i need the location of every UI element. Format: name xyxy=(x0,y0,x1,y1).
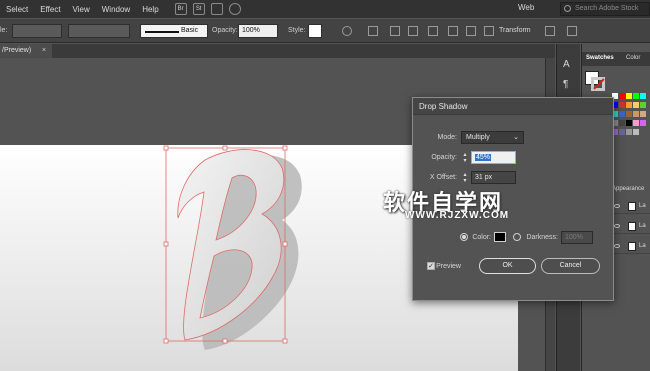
chevron-down-icon: ⌄ xyxy=(513,134,519,141)
type-panel-icon[interactable]: A xyxy=(563,59,570,70)
paragraph-panel-icon[interactable]: ¶ xyxy=(563,79,568,90)
handle-bm xyxy=(222,338,228,344)
opacity-input[interactable]: 45% xyxy=(471,151,516,164)
tab-swatches[interactable]: Swatches xyxy=(586,55,614,61)
layer-row[interactable]: La xyxy=(612,200,650,214)
handle-mr xyxy=(282,241,288,247)
opacity-value: 45% xyxy=(475,154,492,161)
layer-row[interactable]: La xyxy=(612,220,650,234)
color-swatch[interactable] xyxy=(633,111,639,117)
panel-tab-bar: Swatches Color xyxy=(582,52,650,66)
x-offset-label: X Offset: xyxy=(429,174,457,181)
layer-row[interactable]: La xyxy=(612,240,650,254)
layer-thumbnail xyxy=(628,202,636,211)
layer-name: La xyxy=(639,203,646,209)
mode-label: Mode: xyxy=(437,134,457,141)
color-swatch[interactable] xyxy=(626,102,632,108)
color-swatch[interactable] xyxy=(619,129,625,135)
dialog-title: Drop Shadow xyxy=(419,102,468,111)
color-swatch[interactable] xyxy=(640,102,646,108)
ok-button[interactable]: OK xyxy=(479,258,536,274)
color-swatch[interactable] xyxy=(626,93,632,99)
handle-ml xyxy=(163,241,169,247)
appearance-tab[interactable]: Appearance xyxy=(612,186,644,192)
mode-value: Multiply xyxy=(466,134,490,141)
color-swatch[interactable] xyxy=(619,102,625,108)
color-swatch[interactable] xyxy=(626,120,632,126)
color-label: Color: xyxy=(472,234,491,241)
color-swatch[interactable] xyxy=(619,93,625,99)
x-offset-stepper[interactable]: ▴ ▾ xyxy=(461,172,469,184)
shadow-color-swatch[interactable] xyxy=(494,232,506,242)
color-swatch[interactable] xyxy=(633,93,639,99)
color-swatch[interactable] xyxy=(640,93,646,99)
opacity-label: Opacity: xyxy=(431,154,457,161)
handle-tr xyxy=(282,145,288,151)
cancel-button[interactable]: Cancel xyxy=(541,258,600,274)
mode-select[interactable]: Multiply ⌄ xyxy=(461,131,524,144)
color-swatch[interactable] xyxy=(640,120,646,126)
color-swatch[interactable] xyxy=(619,111,625,117)
search-icon xyxy=(564,5,571,12)
dialog-titlebar[interactable]: Drop Shadow xyxy=(413,98,613,115)
search-stock-input[interactable]: Search Adobe Stock xyxy=(560,2,650,16)
color-swatch[interactable] xyxy=(633,129,639,135)
layer-name: La xyxy=(639,243,646,249)
color-swatch[interactable] xyxy=(626,111,632,117)
layer-name: La xyxy=(639,223,646,229)
visibility-eye-icon[interactable] xyxy=(614,204,620,208)
search-placeholder: Search Adobe Stock xyxy=(575,5,639,12)
color-swatch[interactable] xyxy=(640,111,646,117)
tab-color[interactable]: Color xyxy=(626,55,640,61)
opacity-stepper[interactable]: ▴ ▾ xyxy=(461,152,469,164)
darkness-input[interactable]: 100% xyxy=(561,231,593,244)
swatch-grid xyxy=(612,93,650,138)
darkness-label: Darkness: xyxy=(526,234,558,241)
preview-label: Preview xyxy=(436,263,461,270)
visibility-eye-icon[interactable] xyxy=(614,224,620,228)
layer-thumbnail xyxy=(628,222,636,231)
color-swatch[interactable] xyxy=(633,120,639,126)
none-indicator xyxy=(593,78,605,90)
layer-thumbnail xyxy=(628,242,636,251)
color-swatch[interactable] xyxy=(633,102,639,108)
color-swatch[interactable] xyxy=(626,129,632,135)
handle-tm xyxy=(222,145,228,151)
handle-bl xyxy=(163,338,169,344)
visibility-eye-icon[interactable] xyxy=(614,244,620,248)
stroke-swatch[interactable] xyxy=(591,77,605,91)
x-offset-input[interactable]: 31 px xyxy=(471,171,516,184)
color-swatch[interactable] xyxy=(619,120,625,126)
handle-br xyxy=(282,338,288,344)
handle-tl xyxy=(163,145,169,151)
arrange-icon[interactable] xyxy=(567,26,577,36)
watermark-url: WWW.RJZXW.COM xyxy=(405,210,510,221)
